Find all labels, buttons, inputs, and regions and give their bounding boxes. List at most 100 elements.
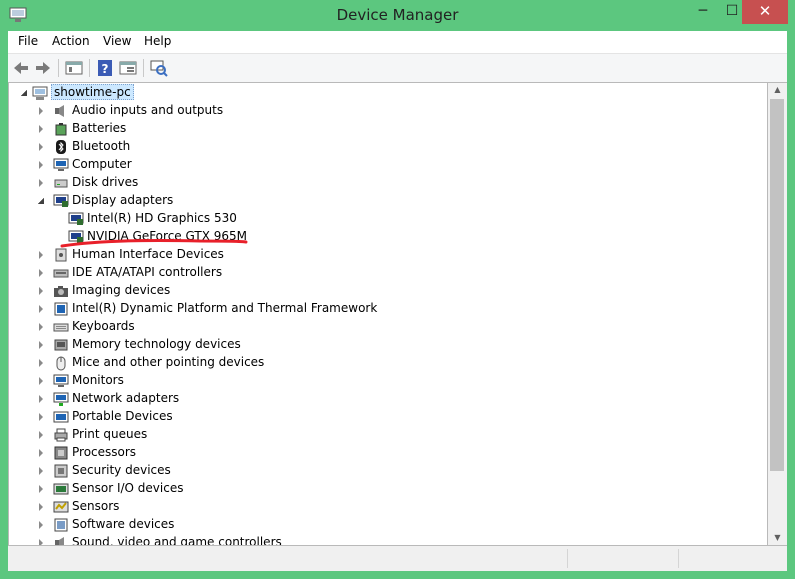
device-tree[interactable]: showtime-pc Audio inputs and outputs Batt… bbox=[8, 82, 768, 546]
tree-category[interactable]: Security devices bbox=[9, 462, 749, 480]
tree-category[interactable]: Processors bbox=[9, 444, 749, 462]
tree-category[interactable]: Sound, video and game controllers bbox=[9, 534, 749, 546]
expand-arrow-icon[interactable] bbox=[39, 107, 43, 115]
expand-arrow-icon[interactable] bbox=[39, 251, 43, 259]
tree-category[interactable]: Monitors bbox=[9, 372, 749, 390]
window-title: Device Manager bbox=[336, 6, 459, 24]
hid-icon bbox=[55, 248, 67, 262]
expand-arrow-icon[interactable] bbox=[39, 359, 43, 367]
expand-arrow-icon[interactable] bbox=[39, 413, 43, 421]
sensor-io-icon bbox=[53, 483, 69, 495]
device-manager-window: Device Manager ─ ☐ ✕ File Action View He… bbox=[0, 0, 795, 579]
mouse-icon bbox=[56, 356, 66, 371]
security-icon bbox=[54, 464, 68, 478]
title-bar[interactable]: Device Manager ─ ☐ ✕ bbox=[0, 0, 795, 31]
sound-icon bbox=[55, 537, 64, 545]
tree-category[interactable]: Memory technology devices bbox=[9, 336, 749, 354]
scroll-down-arrow-icon[interactable]: ▼ bbox=[768, 531, 787, 545]
tree-item-label: IDE ATA/ATAPI controllers bbox=[72, 265, 223, 279]
tree-category[interactable]: Computer bbox=[9, 156, 749, 174]
view-pane-icon[interactable] bbox=[118, 58, 138, 78]
status-panel bbox=[679, 549, 786, 568]
tree-item-label: Memory technology devices bbox=[72, 337, 241, 351]
expand-arrow-icon[interactable] bbox=[39, 539, 43, 545]
tree-device[interactable]: NVIDIA GeForce GTX 965M bbox=[9, 228, 749, 246]
tree-item-label: Intel(R) Dynamic Platform and Thermal Fr… bbox=[72, 301, 378, 315]
tree-category[interactable]: Display adapters bbox=[9, 192, 749, 210]
tree-category[interactable]: IDE ATA/ATAPI controllers bbox=[9, 264, 749, 282]
expand-arrow-icon[interactable] bbox=[39, 431, 43, 439]
expand-arrow-icon[interactable] bbox=[39, 503, 43, 511]
tree-category[interactable]: Intel(R) Dynamic Platform and Thermal Fr… bbox=[9, 300, 749, 318]
battery-icon bbox=[55, 123, 67, 136]
tree-item-label: Intel(R) HD Graphics 530 bbox=[87, 211, 237, 225]
tree-item-label: Portable Devices bbox=[72, 409, 173, 423]
monitor-icon bbox=[53, 374, 69, 387]
tree-category[interactable]: Bluetooth bbox=[9, 138, 749, 156]
help-icon[interactable]: ? bbox=[95, 58, 115, 78]
menu-view[interactable]: View bbox=[103, 34, 131, 48]
expand-arrow-icon[interactable] bbox=[39, 323, 43, 331]
computer-icon bbox=[32, 86, 48, 100]
tree-category[interactable]: Sensor I/O devices bbox=[9, 480, 749, 498]
tree-item-label: Computer bbox=[72, 157, 132, 171]
bluetooth-icon bbox=[56, 140, 66, 154]
minimize-button[interactable]: ─ bbox=[687, 0, 719, 24]
collapse-chevron-icon[interactable] bbox=[21, 90, 27, 96]
expand-arrow-icon[interactable] bbox=[39, 341, 43, 349]
tree-category[interactable]: Sensors bbox=[9, 498, 749, 516]
vertical-scrollbar[interactable]: ▲ ▼ bbox=[768, 82, 787, 546]
expand-arrow-icon[interactable] bbox=[39, 485, 43, 493]
back-arrow-icon[interactable] bbox=[11, 58, 31, 78]
tree-item-label: Sound, video and game controllers bbox=[72, 535, 282, 546]
expand-arrow-icon[interactable] bbox=[39, 377, 43, 385]
tree-device[interactable]: Intel(R) HD Graphics 530 bbox=[9, 210, 749, 228]
expand-arrow-icon[interactable] bbox=[39, 305, 43, 313]
tree-category[interactable]: Imaging devices bbox=[9, 282, 749, 300]
portable-device-icon bbox=[53, 411, 69, 423]
expand-arrow-icon[interactable] bbox=[39, 269, 43, 277]
expand-arrow-icon[interactable] bbox=[39, 449, 43, 457]
software-device-icon bbox=[54, 518, 68, 532]
tree-category[interactable]: Portable Devices bbox=[9, 408, 749, 426]
tree-category[interactable]: Mice and other pointing devices bbox=[9, 354, 749, 372]
menu-action[interactable]: Action bbox=[52, 34, 90, 48]
expand-arrow-icon[interactable] bbox=[39, 287, 43, 295]
expand-arrow-icon[interactable] bbox=[39, 179, 43, 187]
status-panel bbox=[568, 549, 679, 568]
tree-category[interactable]: Disk drives bbox=[9, 174, 749, 192]
tree-category[interactable]: Batteries bbox=[9, 120, 749, 138]
tree-category[interactable]: Audio inputs and outputs bbox=[9, 102, 749, 120]
toolbar-separator bbox=[143, 59, 144, 77]
tree-item-label: Sensor I/O devices bbox=[72, 481, 184, 495]
expand-arrow-icon[interactable] bbox=[39, 395, 43, 403]
expand-arrow-icon[interactable] bbox=[39, 125, 43, 133]
tree-category[interactable]: Print queues bbox=[9, 426, 749, 444]
menu-file[interactable]: File bbox=[18, 34, 38, 48]
expand-arrow-icon[interactable] bbox=[39, 143, 43, 151]
tree-category[interactable]: Keyboards bbox=[9, 318, 749, 336]
tree-item-label: Human Interface Devices bbox=[72, 247, 224, 261]
collapse-chevron-icon[interactable] bbox=[38, 198, 44, 204]
tree-item-label: Disk drives bbox=[72, 175, 139, 189]
scan-hardware-icon[interactable] bbox=[149, 58, 169, 78]
properties-pane-icon[interactable] bbox=[64, 58, 84, 78]
tree-root[interactable]: showtime-pc bbox=[9, 84, 749, 102]
tree-category[interactable]: Human Interface Devices bbox=[9, 246, 749, 264]
close-button[interactable]: ✕ bbox=[742, 0, 788, 24]
tree-item-label: Bluetooth bbox=[72, 139, 131, 153]
forward-arrow-icon[interactable] bbox=[33, 58, 53, 78]
expand-arrow-icon[interactable] bbox=[39, 467, 43, 475]
tree-category[interactable]: Network adapters bbox=[9, 390, 749, 408]
expand-arrow-icon[interactable] bbox=[39, 521, 43, 529]
tree-item-label: Display adapters bbox=[72, 193, 174, 207]
tree-item-label: NVIDIA GeForce GTX 965M bbox=[87, 229, 247, 243]
tree-category[interactable]: Software devices bbox=[9, 516, 749, 534]
scrollbar-thumb[interactable] bbox=[770, 99, 784, 471]
tree-item-label: Monitors bbox=[72, 373, 124, 387]
menu-help[interactable]: Help bbox=[144, 34, 171, 48]
ide-controller-icon bbox=[53, 269, 69, 278]
expand-arrow-icon[interactable] bbox=[39, 161, 43, 169]
scroll-up-arrow-icon[interactable]: ▲ bbox=[768, 83, 787, 97]
tree-item-label: Security devices bbox=[72, 463, 171, 477]
